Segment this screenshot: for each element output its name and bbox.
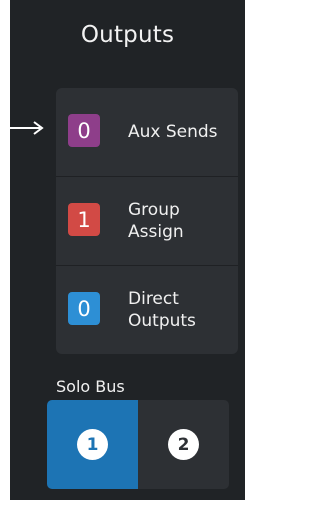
arrow-right-icon	[10, 121, 44, 135]
aux-sends-button[interactable]: 0 Aux Sends	[56, 88, 238, 176]
outputs-list: 0 Aux Sends 1 Group Assign 0 Direct Outp…	[56, 88, 238, 354]
outputs-panel: Outputs 0 Aux Sends 1 Group Assign 0 Dir…	[10, 0, 245, 500]
solo-bus-label: Solo Bus	[56, 377, 125, 396]
solo-bus-2-button[interactable]: 2	[138, 400, 229, 489]
solo-bus-1-number: 1	[77, 429, 108, 460]
solo-bus-1-button[interactable]: 1	[47, 400, 138, 489]
group-assign-button[interactable]: 1 Group Assign	[56, 177, 238, 265]
group-assign-count-badge: 1	[68, 203, 100, 236]
direct-outputs-count-badge: 0	[68, 292, 100, 325]
panel-title: Outputs	[80, 22, 175, 48]
aux-sends-label: Aux Sends	[128, 122, 218, 142]
aux-sends-count-badge: 0	[68, 114, 100, 147]
direct-outputs-button[interactable]: 0 Direct Outputs	[56, 266, 238, 354]
group-assign-label: Group Assign	[128, 200, 184, 242]
direct-outputs-label: Direct Outputs	[128, 289, 196, 331]
solo-bus-2-number: 2	[168, 429, 199, 460]
